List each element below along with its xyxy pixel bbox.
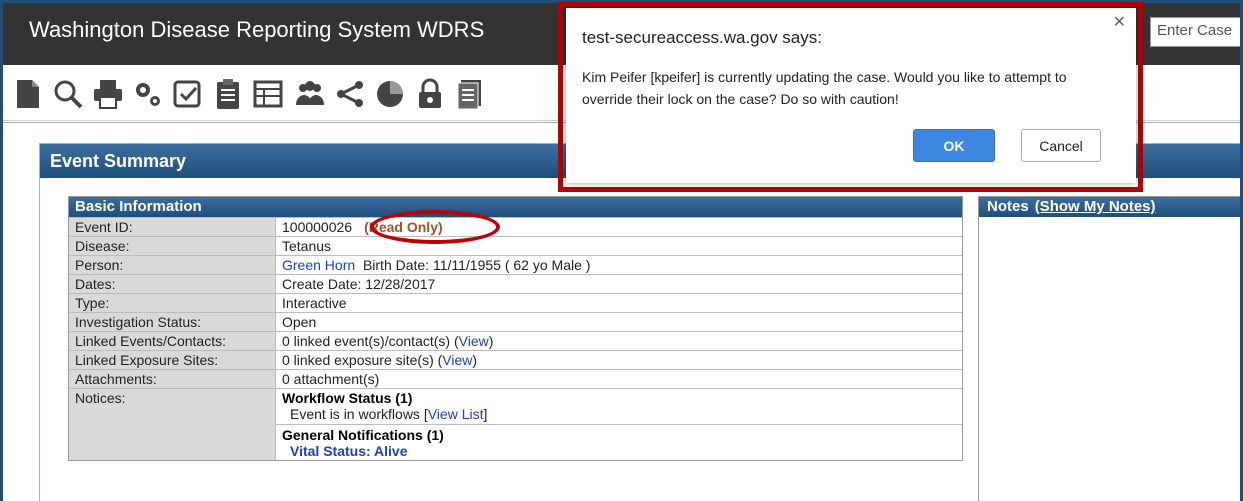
person-label: Person: [69,256,276,274]
info-row-dates: Dates: Create Date: 12/28/2017 [69,274,962,293]
app-title: Washington Disease Reporting System WDRS [29,17,485,42]
disease-label: Disease: [69,237,276,255]
ok-button[interactable]: OK [913,129,995,162]
workflow-status-line: Event is in workflows [View List] [282,406,956,422]
case-search-input[interactable]: Enter Case [1150,17,1240,47]
linked-sites-close-paren: ) [472,352,478,368]
info-row-event-id: Event ID: 100000026 (Read Only) [69,217,962,236]
notices-value-cell: Workflow Status (1) Event is in workflow… [276,389,962,460]
linked-events-value: 0 linked event(s)/contact(s) ( [282,333,459,349]
attachments-label: Attachments: [69,370,276,388]
disease-value: Tetanus [276,237,962,255]
person-value-cell: Green Horn Birth Date: 11/11/1955 ( 62 y… [276,256,962,274]
dialog-message: Kim Peifer [kpeifer] is currently updati… [582,69,1067,107]
info-row-linked-sites: Linked Exposure Sites: 0 linked exposure… [69,350,962,369]
checklist-icon[interactable] [171,77,205,111]
cancel-button[interactable]: Cancel [1021,129,1101,162]
info-row-disease: Disease: Tetanus [69,236,962,255]
print-icon[interactable] [91,77,125,111]
notices-label: Notices: [69,389,276,460]
event-id-value: 100000026 [282,219,353,235]
general-notifications-block: General Notifications (1) Vital Status: … [276,425,962,459]
info-row-person: Person: Green Horn Birth Date: 11/11/195… [69,255,962,274]
linked-events-value-cell: 0 linked event(s)/contact(s) (View) [276,332,962,350]
type-value: Interactive [276,294,962,312]
investigation-status-value: Open [276,313,962,331]
linked-events-view-link[interactable]: View [459,333,489,349]
new-document-icon[interactable] [11,77,45,111]
general-notifications-title: General Notifications (1) [282,427,444,443]
info-row-linked-events: Linked Events/Contacts: 0 linked event(s… [69,331,962,350]
clipboard-icon[interactable] [211,77,245,111]
table-icon[interactable] [251,77,285,111]
workflow-status-title: Workflow Status (1) [282,390,413,406]
basic-information-section: Basic Information Event ID: 100000026 (Re… [68,196,963,461]
notes-header: Notes (Show My Notes) [979,197,1240,217]
linked-sites-value: 0 linked exposure site(s) ( [282,352,443,368]
person-details: Birth Date: 11/11/1955 ( 62 yo Male ) [362,257,591,273]
info-row-investigation-status: Investigation Status: Open [69,312,962,331]
linked-sites-view-link[interactable]: View [442,352,472,368]
share-icon[interactable] [333,77,367,111]
workflow-status-close: ] [483,406,488,422]
override-lock-dialog: ✕ test-secureaccess.wa.gov says: Kim Pei… [566,8,1136,183]
dates-label: Dates: [69,275,276,293]
notes-title: Notes [987,198,1029,215]
read-only-badge: (Read Only) [364,219,443,235]
linked-events-label: Linked Events/Contacts: [69,332,276,350]
linked-sites-label: Linked Exposure Sites: [69,351,276,369]
people-icon[interactable] [293,77,327,111]
linked-events-close-paren: ) [488,333,494,349]
event-id-label: Event ID: [69,218,276,236]
info-row-type: Type: Interactive [69,293,962,312]
pie-chart-icon[interactable] [373,77,407,111]
lock-icon[interactable] [413,77,447,111]
info-row-notices: Notices: Workflow Status (1) Event is in… [69,388,962,460]
dates-value: Create Date: 12/28/2017 [276,275,962,293]
notes-stack-icon[interactable] [453,77,487,111]
workflow-status-block: Workflow Status (1) Event is in workflow… [276,390,962,425]
view-list-link[interactable]: View List [428,406,484,422]
basic-information-header: Basic Information [69,197,962,217]
search-icon[interactable] [51,77,85,111]
vital-status-link[interactable]: Vital Status: Alive [282,443,956,459]
linked-sites-value-cell: 0 linked exposure site(s) (View) [276,351,962,369]
investigation-status-label: Investigation Status: [69,313,276,331]
info-row-attachments: Attachments: 0 attachment(s) [69,369,962,388]
person-name-link[interactable]: Green Horn [282,257,355,273]
dialog-title: test-secureaccess.wa.gov says: [582,28,822,47]
event-id-value-cell: 100000026 (Read Only) [276,218,962,236]
type-label: Type: [69,294,276,312]
notes-section: Notes (Show My Notes) [978,196,1240,501]
show-my-notes-link[interactable]: (Show My Notes) [1035,198,1156,215]
workflow-status-text: Event is in workflows [ [290,406,428,422]
close-icon[interactable]: ✕ [1113,12,1126,32]
attachments-value: 0 attachment(s) [276,370,962,388]
settings-icon[interactable] [131,77,165,111]
